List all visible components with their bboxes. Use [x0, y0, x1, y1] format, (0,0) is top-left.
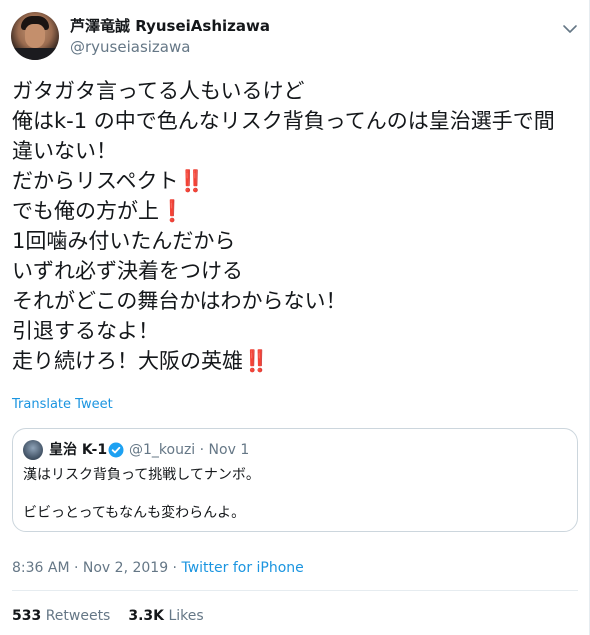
- likes-count: 3.3K: [128, 608, 165, 624]
- tweet-source-link[interactable]: Twitter for iPhone: [181, 560, 303, 576]
- divider: [12, 590, 578, 591]
- tweet-line: それがどこの舞台かはわからない！: [12, 289, 347, 313]
- tweet-line: でも俺の方が上❗: [12, 199, 186, 223]
- tweet-line: だからリスペクト‼️: [12, 169, 205, 193]
- quoted-author-avatar: [23, 440, 43, 460]
- quoted-text-line: 漢はリスク背負って挑戦してナンボ。: [23, 467, 260, 483]
- double-exclamation-emoji: ‼️: [243, 349, 270, 373]
- double-exclamation-emoji: ‼️: [178, 169, 205, 193]
- likes-stat[interactable]: 3.3K Likes: [128, 608, 203, 624]
- tweet-line: 1回噛み付いたんだから: [12, 229, 236, 253]
- retweets-label: Retweets: [45, 608, 111, 624]
- tweet-line: 引退するなよ！: [12, 319, 159, 343]
- tweet-timestamp[interactable]: 8:36 AM · Nov 2, 2019 ·: [12, 560, 181, 576]
- quoted-handle-date: @1_kouzi · Nov 1: [129, 442, 250, 458]
- tweet-line: 俺はk-1 の中で色んなリスク背負ってんのは皇治選手で間: [12, 109, 555, 133]
- author-handle[interactable]: @ryuseiasizawa: [70, 37, 190, 57]
- author-avatar[interactable]: [11, 12, 59, 60]
- verified-badge-icon: [108, 442, 124, 458]
- tweet-stats: 533 Retweets 3.3K Likes: [12, 606, 204, 626]
- tweet-line: ガタガタ言ってる人もいるけど: [12, 79, 305, 103]
- quoted-tweet[interactable]: 皇治 K-1 @1_kouzi · Nov 1 漢はリスク背負って挑戦してナンボ…: [12, 428, 578, 532]
- author-display-name[interactable]: 芦澤竜誠 RyuseiAshizawa: [70, 16, 270, 36]
- retweets-count: 533: [12, 608, 42, 624]
- tweet-text: ガタガタ言ってる人もいるけど 俺はk-1 の中で色んなリスク背負ってんのは皇治選…: [12, 76, 582, 376]
- tweet-line: いずれ必ず決着をつける: [12, 259, 243, 283]
- quoted-text-line: ビビっとってもなんも変わらんよ。: [23, 505, 246, 521]
- tweet-line: 走り続けろ！大阪の英雄‼️: [12, 349, 270, 373]
- quoted-author-name: 皇治 K-1: [49, 442, 108, 458]
- chevron-down-icon[interactable]: [561, 20, 579, 38]
- likes-label: Likes: [168, 608, 204, 624]
- retweets-stat[interactable]: 533 Retweets: [12, 608, 110, 624]
- tweet-meta: 8:36 AM · Nov 2, 2019 · Twitter for iPho…: [12, 558, 304, 578]
- exclamation-emoji: ❗: [159, 199, 186, 223]
- tweet-card: 芦澤竜誠 RyuseiAshizawa @ryuseiasizawa ガタガタ言…: [0, 0, 590, 635]
- translate-tweet-link[interactable]: Translate Tweet: [12, 396, 113, 414]
- tweet-line: 違いない！: [12, 139, 117, 163]
